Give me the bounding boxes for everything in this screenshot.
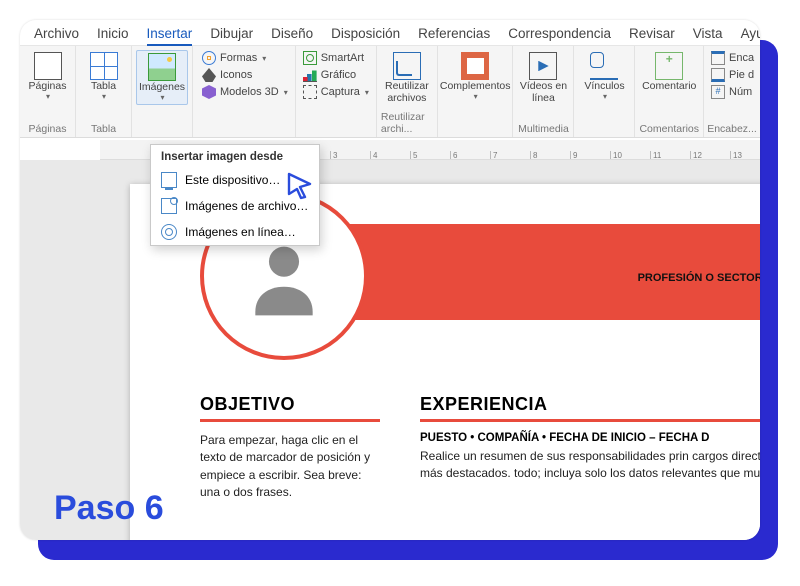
experience-line[interactable]: PUESTO • COMPAÑÍA • FECHA DE INICIO – FE… — [420, 432, 760, 444]
device-label: Este dispositivo… — [185, 173, 280, 187]
table-label: Tabla — [91, 80, 116, 92]
group-label-illus2 — [334, 122, 337, 135]
tab-layout[interactable]: Disposición — [331, 26, 400, 43]
tab-view[interactable]: Vista — [693, 26, 723, 43]
group-label-comments: Comentarios — [639, 122, 699, 135]
online-video-button[interactable]: Vídeos en línea — [517, 50, 569, 106]
ribbon: Páginas ▾ Páginas Tabla ▾ Tabla Imágenes… — [20, 46, 760, 138]
smartart-icon — [303, 51, 317, 65]
menu-tabs: Archivo Inicio Insertar Dibujar Diseño D… — [20, 20, 760, 46]
dropdown-title: Insertar imagen desde — [151, 145, 319, 167]
group-label-media: Multimedia — [518, 122, 569, 135]
name-subtitle-2[interactable]: LÍNEA: CARTERA, SITIO — [460, 286, 760, 301]
chevron-down-icon: ▾ — [46, 92, 50, 101]
name-subtitle-1[interactable]: PROFESIÓN O SECTOR | VÍNCULO A OTRAS PRO — [460, 271, 760, 286]
chevron-down-icon: ▾ — [102, 92, 106, 101]
images-button[interactable]: Imágenes ▾ — [136, 50, 188, 105]
pages-button[interactable]: Páginas ▾ — [22, 50, 74, 103]
reuse-files-button[interactable]: Reutilizar archivos — [381, 50, 433, 106]
objective-text[interactable]: Para empezar, haga clic en el texto de m… — [200, 432, 380, 502]
addins-button[interactable]: Complementos ▾ — [449, 50, 501, 103]
tab-mail[interactable]: Correspondencia — [508, 26, 611, 43]
links-button[interactable]: Vínculos ▾ — [578, 50, 630, 103]
name-heading[interactable]: SU NOM — [460, 234, 760, 271]
group-label-illustrations — [243, 122, 246, 135]
addins-label: Complementos — [440, 80, 511, 92]
screenshot-button[interactable]: Captura▾ — [300, 84, 372, 100]
name-block: SU NOM PROFESIÓN O SECTOR | VÍNCULO A OT… — [460, 234, 760, 301]
video-icon — [529, 52, 557, 80]
online-image-icon — [161, 224, 177, 240]
addin-icon — [461, 52, 489, 80]
table-button[interactable]: Tabla ▾ — [78, 50, 130, 103]
page-icon — [34, 52, 62, 80]
smartart-button[interactable]: SmartArt — [300, 50, 367, 66]
document-viewport[interactable]: SU NOM PROFESIÓN O SECTOR | VÍNCULO A OT… — [20, 160, 760, 540]
comment-label: Comentario — [642, 80, 696, 92]
tab-insert[interactable]: Insertar — [147, 26, 193, 46]
reuse-label: Reutilizar archivos — [383, 80, 431, 104]
group-label-table: Tabla — [91, 122, 116, 135]
links-label: Vínculos — [584, 80, 624, 92]
pages-label: Páginas — [29, 80, 67, 92]
group-label-images — [161, 122, 164, 135]
comment-icon — [655, 52, 683, 80]
group-label-links — [603, 122, 606, 135]
header-button[interactable]: Enca — [708, 50, 757, 66]
chevron-down-icon: ▾ — [603, 92, 607, 101]
link-icon — [590, 52, 618, 80]
shapes-icon — [202, 51, 216, 65]
chevron-down-icon: ▾ — [160, 93, 164, 102]
pagenum-button[interactable]: Núm — [708, 84, 755, 100]
group-label-reuse: Reutilizar archi... — [381, 110, 433, 135]
group-label-pages: Páginas — [29, 122, 67, 135]
pagenumber-icon — [711, 85, 725, 99]
image-icon — [148, 53, 176, 81]
stock-label: Imágenes de archivo… — [185, 199, 308, 213]
cube-3d-icon — [202, 85, 216, 99]
insert-online-images[interactable]: Imágenes en línea… — [151, 219, 319, 245]
shapes-button[interactable]: Formas▾ — [199, 50, 269, 66]
tab-review[interactable]: Revisar — [629, 26, 675, 43]
table-icon — [90, 52, 118, 80]
reuse-icon — [393, 52, 421, 80]
screenshot-icon — [303, 85, 317, 99]
experience-text[interactable]: Realice un resumen de sus responsabilida… — [420, 448, 760, 483]
icons-button[interactable]: Iconos — [199, 67, 255, 83]
chart-icon — [303, 68, 317, 82]
chevron-down-icon: ▾ — [474, 92, 478, 101]
cursor-icon — [286, 172, 314, 200]
header-icon — [711, 51, 725, 65]
step-caption: Paso 6 — [54, 489, 164, 528]
video-label: Vídeos en línea — [519, 80, 567, 104]
group-label-hdrftr: Encabez... — [707, 122, 757, 135]
device-icon — [161, 172, 177, 188]
tab-draw[interactable]: Dibujar — [210, 26, 253, 43]
images-label: Imágenes — [139, 81, 185, 93]
comment-button[interactable]: Comentario — [643, 50, 695, 94]
tab-home[interactable]: Inicio — [97, 26, 129, 43]
footer-button[interactable]: Pie d — [708, 67, 757, 83]
icons-icon — [202, 68, 216, 82]
objective-heading[interactable]: OBJETIVO — [200, 394, 380, 422]
models3d-button[interactable]: Modelos 3D▾ — [199, 84, 291, 100]
group-label-addins — [474, 122, 477, 135]
experience-heading[interactable]: EXPERIENCIA — [420, 394, 760, 422]
online-label: Imágenes en línea… — [185, 225, 296, 239]
footer-icon — [711, 68, 725, 82]
tab-help[interactable]: Ayuda — [741, 26, 760, 43]
tab-design[interactable]: Diseño — [271, 26, 313, 43]
tab-file[interactable]: Archivo — [34, 26, 79, 43]
tab-references[interactable]: Referencias — [418, 26, 490, 43]
stock-image-icon — [161, 198, 177, 214]
chart-button[interactable]: Gráfico — [300, 67, 359, 83]
